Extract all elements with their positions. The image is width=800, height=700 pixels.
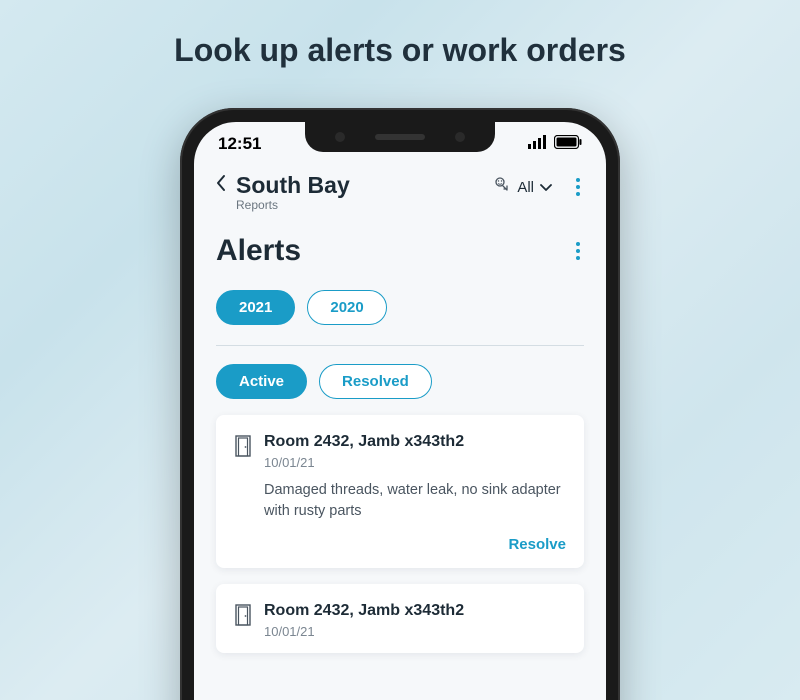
alert-date: 10/01/21 xyxy=(264,624,566,639)
divider xyxy=(216,345,584,346)
alert-card[interactable]: Room 2432, Jamb x343th2 10/01/21 xyxy=(216,584,584,653)
battery-icon xyxy=(554,134,582,154)
chevron-left-icon xyxy=(216,174,226,192)
phone-notch xyxy=(305,122,495,152)
year-pill-2021[interactable]: 2021 xyxy=(216,290,295,325)
location-subtitle: Reports xyxy=(236,198,483,212)
section-overflow-menu[interactable] xyxy=(572,236,584,266)
alert-description: Damaged threads, water leak, no sink ada… xyxy=(264,480,566,522)
phone-frame: 12:51 South Bay Reports xyxy=(180,108,620,700)
filter-dropdown[interactable]: All xyxy=(493,172,552,198)
chevron-down-icon xyxy=(540,179,552,196)
header-overflow-menu[interactable] xyxy=(572,172,584,202)
section-title: Alerts xyxy=(216,234,301,268)
year-pill-2020[interactable]: 2020 xyxy=(307,290,386,325)
resolve-button[interactable]: Resolve xyxy=(508,536,566,553)
state-pill-resolved[interactable]: Resolved xyxy=(319,364,432,399)
door-icon xyxy=(234,433,252,462)
alert-title: Room 2432, Jamb x343th2 xyxy=(264,433,566,451)
filter-icon xyxy=(493,176,511,198)
back-button[interactable] xyxy=(216,172,226,198)
filter-label: All xyxy=(517,179,534,196)
alert-card[interactable]: Room 2432, Jamb x343th2 10/01/21 Damaged… xyxy=(216,415,584,568)
location-title: South Bay xyxy=(236,172,483,199)
alert-date: 10/01/21 xyxy=(264,455,566,470)
page-headline: Look up alerts or work orders xyxy=(0,0,800,69)
signal-icon xyxy=(528,134,548,154)
year-filter-row: 2021 2020 xyxy=(216,290,584,325)
alert-title: Room 2432, Jamb x343th2 xyxy=(264,602,566,620)
phone-screen: 12:51 South Bay Reports xyxy=(194,122,606,700)
state-pill-active[interactable]: Active xyxy=(216,364,307,399)
status-time: 12:51 xyxy=(218,134,261,154)
door-icon xyxy=(234,602,252,631)
state-filter-row: Active Resolved xyxy=(216,364,584,399)
